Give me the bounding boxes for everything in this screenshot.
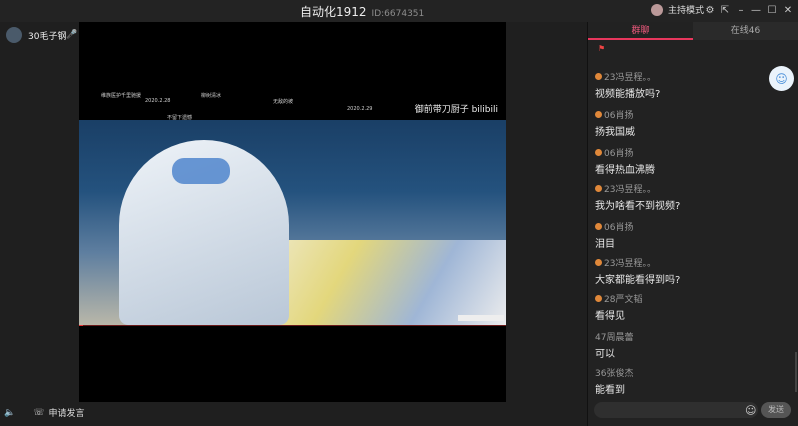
message-text: 视频能播放吗?	[595, 89, 661, 100]
member-badge-icon	[595, 73, 602, 80]
member-badge-icon	[595, 185, 602, 192]
member-badge-icon	[595, 223, 602, 230]
message-text: 能看到	[595, 385, 625, 396]
host-mode-indicator[interactable]: 主持模式	[651, 3, 704, 16]
notice-icon: ⚑	[598, 44, 606, 53]
tab-online[interactable]: 在线46	[693, 22, 798, 40]
member-badge-icon	[595, 149, 602, 156]
message-sender: 23冯昱程。。	[595, 70, 660, 83]
chat-message: 36张俊杰 能看到	[595, 366, 633, 396]
chat-message: 06肖扬 泪目	[595, 220, 633, 250]
emoji-icon[interactable]: ☺	[745, 404, 756, 417]
chat-message: 23冯昱程。。 大家都能看得到吗?	[595, 256, 680, 286]
chat-message: 47周晨蕾 可以	[595, 330, 633, 360]
chat-message: 23冯昱程。。 视频能播放吗?	[595, 70, 660, 100]
chat-message: 06肖扬 扬我国威	[595, 108, 635, 138]
phone-icon: ☏	[33, 407, 45, 418]
message-sender: 23冯昱程。。	[595, 256, 680, 269]
member-badge-icon	[595, 295, 602, 302]
message-sender: 47周晨蕾	[595, 333, 634, 343]
settings-icon[interactable]: ⚙	[703, 3, 717, 17]
message-text: 看得热血沸腾	[595, 165, 655, 176]
chat-input[interactable]	[594, 402, 758, 418]
chat-scrollbar[interactable]	[795, 352, 797, 392]
danmaku-item: 维族医护千里驰援	[101, 93, 142, 99]
danmaku-item: 2020.2.29	[347, 106, 373, 112]
message-sender: 06肖扬	[595, 220, 633, 233]
avatar	[6, 27, 22, 43]
host-avatar	[651, 3, 663, 16]
host-mode-label: 主持模式	[668, 6, 705, 16]
message-text: 泪目	[595, 239, 615, 250]
video-badge	[458, 315, 504, 321]
bottom-controls: 🔈 ☏ 申请发言	[4, 406, 85, 420]
share-icon[interactable]: ⇱	[718, 3, 732, 17]
apply-speak-button[interactable]: ☏ 申请发言	[33, 406, 85, 420]
message-text: 扬我国威	[595, 127, 635, 138]
send-button[interactable]: 发送	[761, 402, 791, 418]
video-scene-visor	[172, 158, 230, 184]
mic-icon: 🎤	[66, 29, 78, 40]
message-text: 可以	[595, 349, 615, 360]
chat-message: 06肖扬 看得热血沸腾	[595, 146, 655, 176]
assistant-robot-icon[interactable]: ☺	[769, 66, 794, 91]
minimize-to-tray-icon[interactable]: –	[734, 3, 748, 17]
minimize-icon[interactable]: —	[749, 3, 763, 17]
message-sender: 23冯昱程。。	[595, 182, 680, 195]
video-stage[interactable]: 维族医护千里驰援 2020.2.28 柳树清冰 2020.2.29 无敌的坡 不…	[79, 22, 506, 402]
chat-tabs: 群聊 在线46	[588, 22, 798, 40]
message-text: 我为啥看不到视频?	[595, 201, 681, 212]
maximize-icon[interactable]: ☐	[765, 3, 779, 17]
danmaku-item: 柳树清冰	[201, 93, 222, 99]
title-bar: 自动化1912 ID:6674351 主持模式 ⚙ ⇱ – — ☐ ✕	[0, 0, 798, 22]
member-badge-icon	[595, 111, 602, 118]
video-frame[interactable]	[79, 120, 506, 325]
host-name: 30毛子钢	[28, 31, 67, 42]
chat-message: 28严文韬 看得见	[595, 292, 642, 322]
room-id: ID:6674351	[371, 9, 425, 19]
chat-message: 23冯昱程。。 我为啥看不到视频?	[595, 182, 680, 212]
video-watermark: 御前带刀厨子 bilibili	[414, 105, 498, 115]
window-title: 自动化1912 ID:6674351	[300, 3, 424, 20]
danmaku-item: 无敌的坡	[273, 99, 294, 105]
message-sender: 06肖扬	[595, 146, 655, 159]
message-sender: 28严文韬	[595, 292, 642, 305]
message-text: 大家都能看得到吗?	[595, 275, 681, 286]
tab-group-chat[interactable]: 群聊	[588, 22, 693, 40]
host-info[interactable]: 30毛子钢	[6, 27, 66, 43]
close-icon[interactable]: ✕	[781, 3, 795, 17]
room-title: 自动化1912	[300, 5, 367, 19]
progress-bar[interactable]	[79, 325, 506, 326]
apply-speak-label: 申请发言	[48, 409, 85, 419]
message-sender: 06肖扬	[595, 108, 635, 121]
message-text: 看得见	[595, 311, 625, 322]
danmaku-item: 2020.2.28	[145, 98, 171, 104]
chat-panel: 群聊 在线46 ⚑ 23冯昱程。。 视频能播放吗? 06肖扬 扬我国威 06肖扬…	[588, 22, 798, 426]
speaker-icon[interactable]: 🔈	[4, 408, 15, 418]
message-sender: 36张俊杰	[595, 369, 634, 379]
member-badge-icon	[595, 259, 602, 266]
